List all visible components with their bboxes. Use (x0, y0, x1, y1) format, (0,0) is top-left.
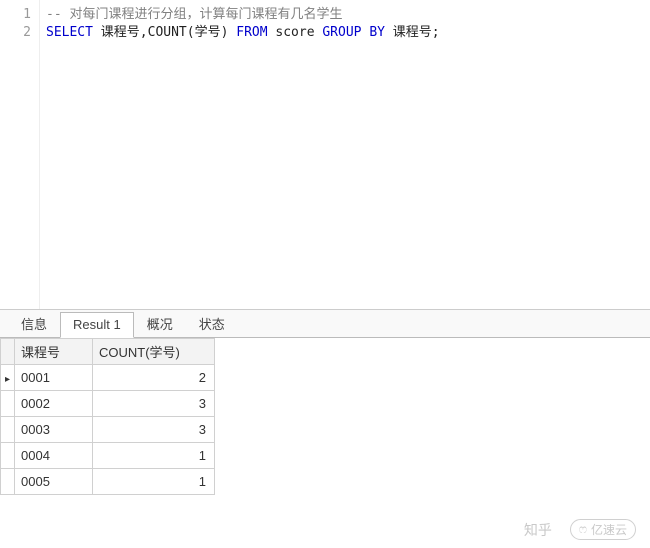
sql-editor[interactable]: 1 2 -- 对每门课程进行分组，计算每门课程有几名学生 SELECT 课程号,… (0, 0, 650, 310)
col-header-course[interactable]: 课程号 (15, 339, 93, 365)
row-selector-header (1, 339, 15, 365)
cell-course[interactable]: 0001 (15, 365, 93, 391)
cell-course[interactable]: 0005 (15, 469, 93, 495)
watermark-area: 知乎 ෆ 亿速云 (524, 519, 636, 540)
cell-course[interactable]: 0003 (15, 417, 93, 443)
watermark-zhihu: 知乎 (524, 520, 552, 540)
cloud-icon: ෆ (579, 522, 587, 537)
line-number: 1 (0, 6, 31, 24)
table-row[interactable]: 00041 (1, 443, 215, 469)
cell-count[interactable]: 1 (93, 469, 215, 495)
kw-group-by: GROUP BY (322, 25, 385, 40)
code-text: 课程号,COUNT(学号) (93, 25, 236, 40)
cell-course[interactable]: 0004 (15, 443, 93, 469)
line-number-gutter: 1 2 (0, 0, 40, 309)
tab-result1[interactable]: Result 1 (60, 312, 134, 338)
code-text: score (268, 25, 323, 40)
watermark-yisu-text: 亿速云 (591, 521, 627, 538)
row-selector[interactable] (1, 391, 15, 417)
cell-course[interactable]: 0002 (15, 391, 93, 417)
table-row[interactable]: 00012 (1, 365, 215, 391)
code-text: 课程号; (385, 25, 440, 40)
table-row[interactable]: 00033 (1, 417, 215, 443)
tab-status[interactable]: 状态 (186, 309, 238, 338)
result-tabs: 信息 Result 1 概况 状态 (0, 310, 650, 338)
row-selector[interactable] (1, 469, 15, 495)
cell-count[interactable]: 2 (93, 365, 215, 391)
row-selector[interactable] (1, 365, 15, 391)
tab-profile[interactable]: 概况 (134, 309, 186, 338)
result-grid-wrap: 课程号 COUNT(学号) 0001200023000330004100051 (0, 338, 650, 495)
code-comment: -- 对每门课程进行分组，计算每门课程有几名学生 (46, 7, 342, 22)
code-area[interactable]: -- 对每门课程进行分组，计算每门课程有几名学生 SELECT 课程号,COUN… (40, 0, 650, 309)
tab-info[interactable]: 信息 (8, 309, 60, 338)
col-header-count[interactable]: COUNT(学号) (93, 339, 215, 365)
row-selector[interactable] (1, 417, 15, 443)
row-selector[interactable] (1, 443, 15, 469)
kw-select: SELECT (46, 25, 93, 40)
cell-count[interactable]: 1 (93, 443, 215, 469)
watermark-yisu: ෆ 亿速云 (570, 519, 636, 540)
table-row[interactable]: 00023 (1, 391, 215, 417)
cell-count[interactable]: 3 (93, 391, 215, 417)
cell-count[interactable]: 3 (93, 417, 215, 443)
kw-from: FROM (236, 25, 267, 40)
table-row[interactable]: 00051 (1, 469, 215, 495)
line-number: 2 (0, 24, 31, 42)
result-grid[interactable]: 课程号 COUNT(学号) 0001200023000330004100051 (0, 338, 215, 495)
